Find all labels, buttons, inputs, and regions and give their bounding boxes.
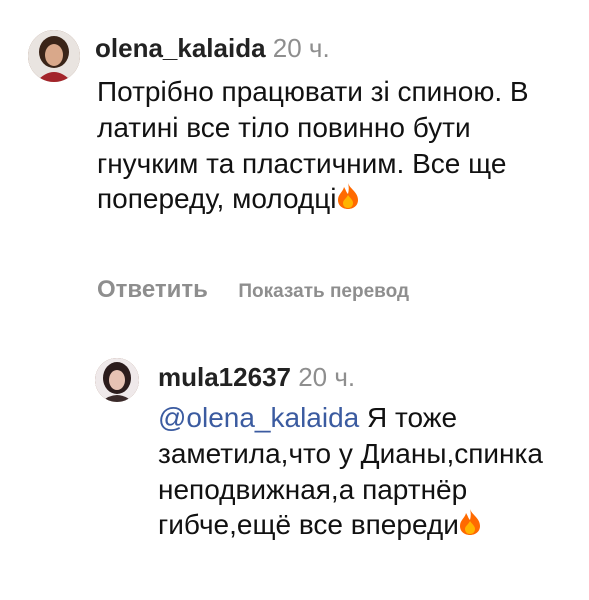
avatar[interactable] — [28, 30, 80, 82]
comment-text: Потрібно працювати зі спиною. В латині в… — [97, 74, 577, 219]
translate-button[interactable]: Показать перевод — [238, 281, 409, 302]
comment-header: mula12637 20 ч. — [158, 362, 355, 393]
username[interactable]: olena_kalaida — [95, 33, 266, 63]
fire-icon — [459, 508, 481, 545]
comment-header: olena_kalaida 20 ч. — [95, 33, 330, 64]
fire-icon — [337, 182, 359, 219]
mention-link[interactable]: @olena_kalaida — [158, 402, 359, 433]
comment-text: @olena_kalaida Я тоже заметила,что у Диа… — [158, 400, 578, 545]
avatar-image — [28, 30, 80, 82]
avatar[interactable] — [95, 358, 139, 402]
username[interactable]: mula12637 — [158, 362, 291, 392]
comment-body: Потрібно працювати зі спиною. В латині в… — [97, 76, 529, 215]
timestamp: 20 ч. — [272, 33, 330, 63]
reply-button[interactable]: Ответить — [97, 276, 208, 303]
comment-actions: Ответить Показать перевод — [97, 276, 409, 304]
timestamp: 20 ч. — [298, 362, 356, 392]
avatar-image — [95, 358, 139, 402]
